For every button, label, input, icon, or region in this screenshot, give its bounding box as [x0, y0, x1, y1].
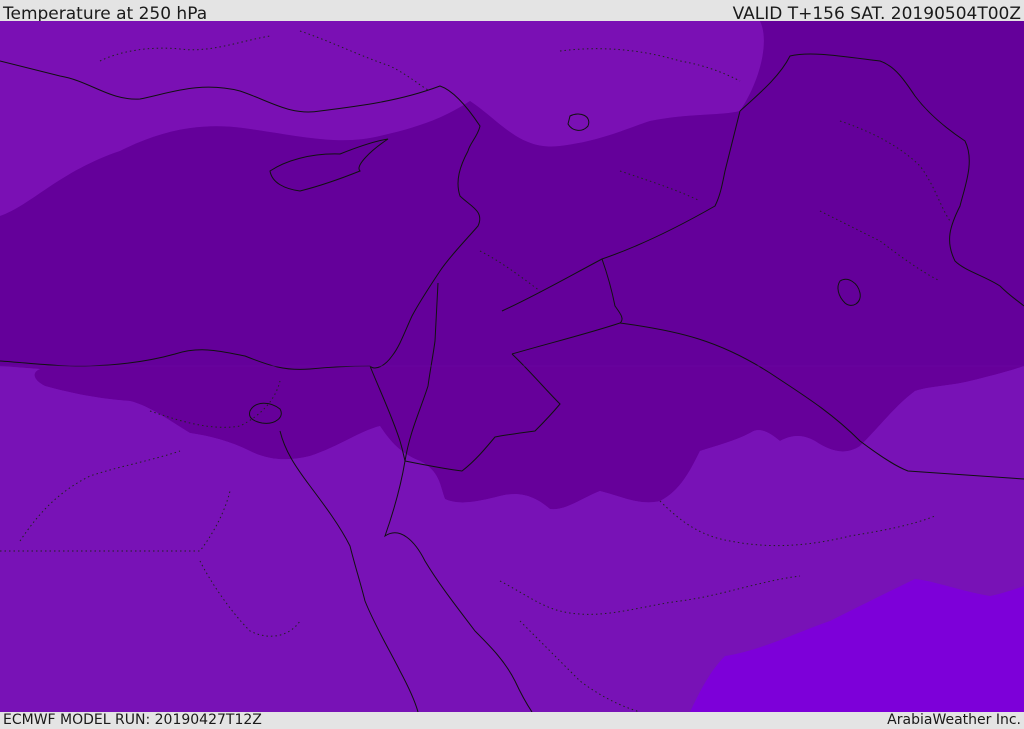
model-run-label: ECMWF MODEL RUN: 20190427T12Z	[3, 712, 262, 728]
credit-label: ArabiaWeather Inc.	[887, 712, 1021, 728]
header-bar: Temperature at 250 hPa VALID T+156 SAT. …	[0, 0, 1024, 24]
map-panel	[0, 21, 1024, 712]
footer-bar: ECMWF MODEL RUN: 20190427T12Z ArabiaWeat…	[0, 712, 1024, 729]
temperature-map	[0, 21, 1024, 712]
